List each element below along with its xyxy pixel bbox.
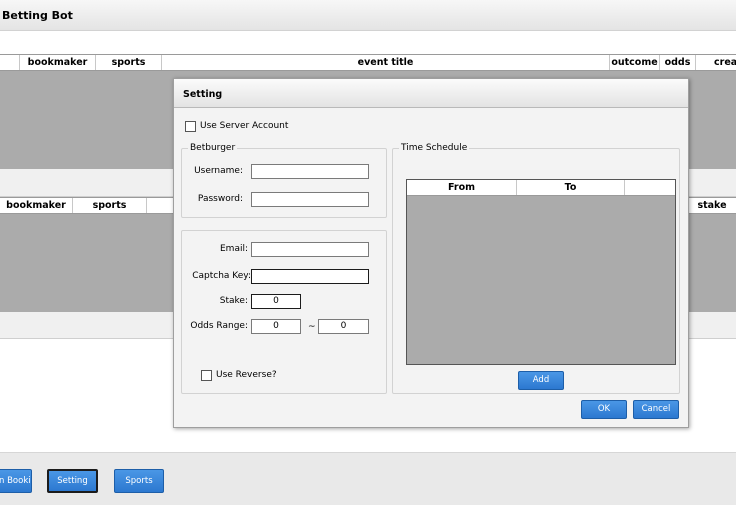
time-schedule-group: Time Schedule From To Add [392, 143, 680, 394]
email-label: Email: [219, 244, 248, 254]
bookie-button[interactable]: n Bookie [0, 469, 32, 493]
use-reverse-checkbox[interactable] [201, 370, 212, 381]
schedule-grid-header: From To [407, 180, 675, 196]
odds-range-label: Odds Range: [190, 321, 248, 331]
col-bookmaker-2[interactable]: bookmaker [0, 198, 73, 213]
dialog-title-bar: Setting [174, 79, 688, 108]
password-label: Password: [197, 194, 243, 204]
cancel-button[interactable]: Cancel [633, 400, 679, 419]
account-settings-group: Email: Captcha Key: Stake: 0 Odds Range:… [181, 230, 387, 394]
ok-button[interactable]: OK [581, 400, 627, 419]
time-schedule-legend: Time Schedule [399, 143, 470, 154]
use-server-account-label: Use Server Account [200, 121, 289, 131]
add-button[interactable]: Add [518, 371, 564, 390]
stake-input[interactable]: 0 [251, 294, 301, 309]
odds-min-input[interactable]: 0 [251, 319, 301, 334]
title-bar: Betting Bot [0, 0, 736, 31]
setting-button[interactable]: Setting [47, 469, 98, 493]
bottom-toolbar: n Bookie Setting Sports [0, 452, 736, 505]
captcha-key-input[interactable] [251, 269, 369, 284]
window-title: Betting Bot [2, 9, 73, 22]
col-stake[interactable]: stake [688, 198, 736, 213]
col-to[interactable]: To [517, 180, 625, 195]
col-created[interactable]: crea [696, 55, 736, 70]
sports-button[interactable]: Sports [114, 469, 164, 493]
col-outcome[interactable]: outcome [610, 55, 660, 70]
betburger-legend: Betburger [188, 143, 238, 154]
col-odds[interactable]: odds [660, 55, 696, 70]
row-header-col [0, 55, 20, 70]
col-from[interactable]: From [407, 180, 517, 195]
use-reverse-label: Use Reverse? [216, 370, 277, 380]
captcha-key-label: Captcha Key: [192, 271, 251, 281]
stake-label: Stake: [219, 296, 248, 306]
col-sports-2[interactable]: sports [73, 198, 147, 213]
username-input[interactable] [251, 164, 369, 179]
odds-max-input[interactable]: 0 [318, 319, 369, 334]
username-label: Username: [194, 166, 243, 176]
betburger-group: Betburger Username: Password: [181, 143, 387, 218]
col-event-title[interactable]: event title [162, 55, 610, 70]
use-server-account-checkbox[interactable] [185, 121, 196, 132]
col-bookmaker[interactable]: bookmaker [20, 55, 96, 70]
email-input[interactable] [251, 242, 369, 257]
password-input[interactable] [251, 192, 369, 207]
schedule-grid[interactable]: From To [406, 179, 676, 365]
setting-dialog: Setting Use Server Account Betburger Use… [173, 78, 689, 428]
odds-range-separator: ~ [308, 322, 316, 332]
dialog-title: Setting [183, 89, 223, 100]
top-grid-header: bookmaker sports event title outcome odd… [0, 54, 736, 71]
col-sports[interactable]: sports [96, 55, 162, 70]
